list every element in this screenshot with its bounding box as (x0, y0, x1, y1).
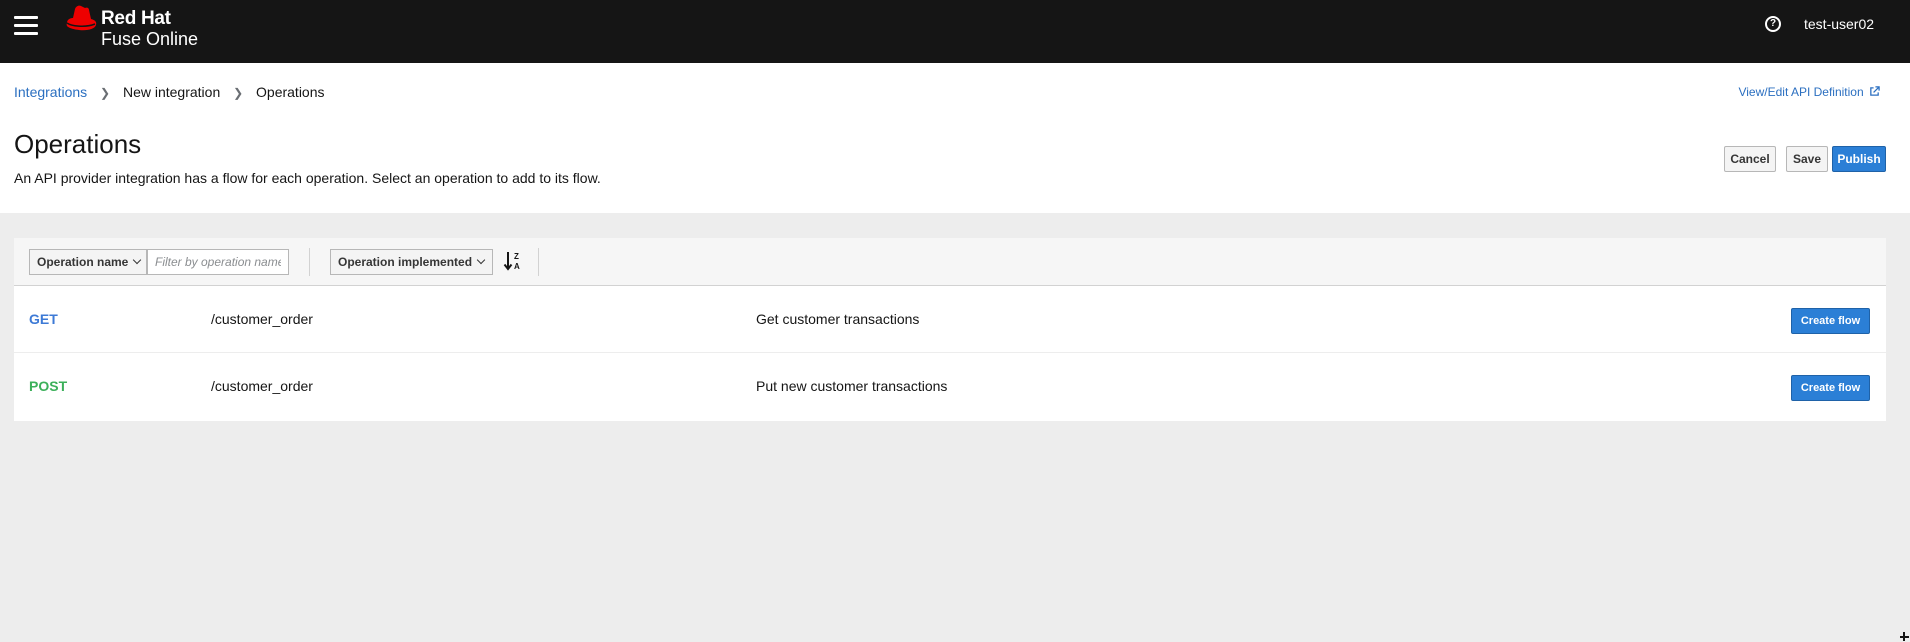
user-menu[interactable]: test-user02 (1804, 16, 1874, 32)
operation-path: /customer_order (211, 378, 313, 394)
page-title: Operations (14, 129, 142, 159)
chevron-right-icon: ❯ (233, 86, 244, 100)
chevron-down-icon (476, 255, 486, 265)
brand-logo[interactable]: Red Hat Fuse Online (61, 5, 211, 49)
help-circle-icon[interactable]: ? (1765, 16, 1781, 32)
operation-method[interactable]: POST (29, 378, 67, 394)
operation-path: /customer_order (211, 311, 313, 327)
operation-row: POST /customer_order Put new customer tr… (14, 354, 1886, 420)
view-edit-api-definition-link[interactable]: View/Edit API Definition (1738, 85, 1880, 99)
chevron-down-icon (133, 255, 142, 265)
breadcrumb-integrations-link[interactable]: Integrations (14, 84, 87, 100)
cancel-button[interactable]: Cancel (1724, 146, 1776, 172)
masthead: Red Hat Fuse Online ? test-user02 (0, 0, 1910, 63)
product-name: Fuse Online (101, 29, 199, 49)
operation-method[interactable]: GET (29, 311, 58, 327)
operations-list-card: Operation name Operation implemented Z A… (14, 238, 1886, 421)
operation-description: Get customer transactions (756, 311, 920, 327)
sort-field-label: Operation implemented (338, 255, 473, 269)
breadcrumb: Integrations ❯ New integration ❯ Operati… (14, 84, 325, 100)
breadcrumb-current: Operations (256, 84, 325, 100)
operation-description: Put new customer transactions (756, 378, 948, 394)
resize-cursor-icon (1900, 632, 1909, 641)
svg-text:A: A (514, 262, 520, 271)
brand-name: Red Hat (101, 8, 171, 29)
save-button[interactable]: Save (1786, 146, 1828, 172)
page-header: Integrations ❯ New integration ❯ Operati… (0, 63, 1910, 213)
breadcrumb-new-integration: New integration (122, 84, 221, 100)
hamburger-menu-icon[interactable] (14, 14, 38, 38)
view-edit-label: View/Edit API Definition (1738, 85, 1864, 99)
chevron-right-icon: ❯ (100, 86, 111, 100)
filter-field-dropdown[interactable]: Operation name (29, 249, 147, 275)
external-link-icon (1870, 86, 1880, 96)
page-description: An API provider integration has a flow f… (14, 170, 601, 186)
svg-text:Z: Z (514, 252, 519, 261)
sort-field-dropdown[interactable]: Operation implemented (330, 249, 493, 275)
create-flow-button[interactable]: Create flow (1791, 375, 1870, 401)
operation-row: GET /customer_order Get customer transac… (14, 287, 1886, 353)
sort-alpha-desc-icon[interactable]: Z A (503, 250, 523, 272)
filter-input[interactable] (147, 249, 289, 275)
toolbar-divider (309, 248, 310, 276)
red-hat-icon (66, 5, 97, 31)
filter-field-label: Operation name (37, 255, 129, 269)
toolbar-divider (538, 248, 539, 276)
filter-toolbar: Operation name Operation implemented Z A (14, 238, 1886, 286)
publish-button[interactable]: Publish (1832, 146, 1886, 172)
create-flow-button[interactable]: Create flow (1791, 308, 1870, 334)
